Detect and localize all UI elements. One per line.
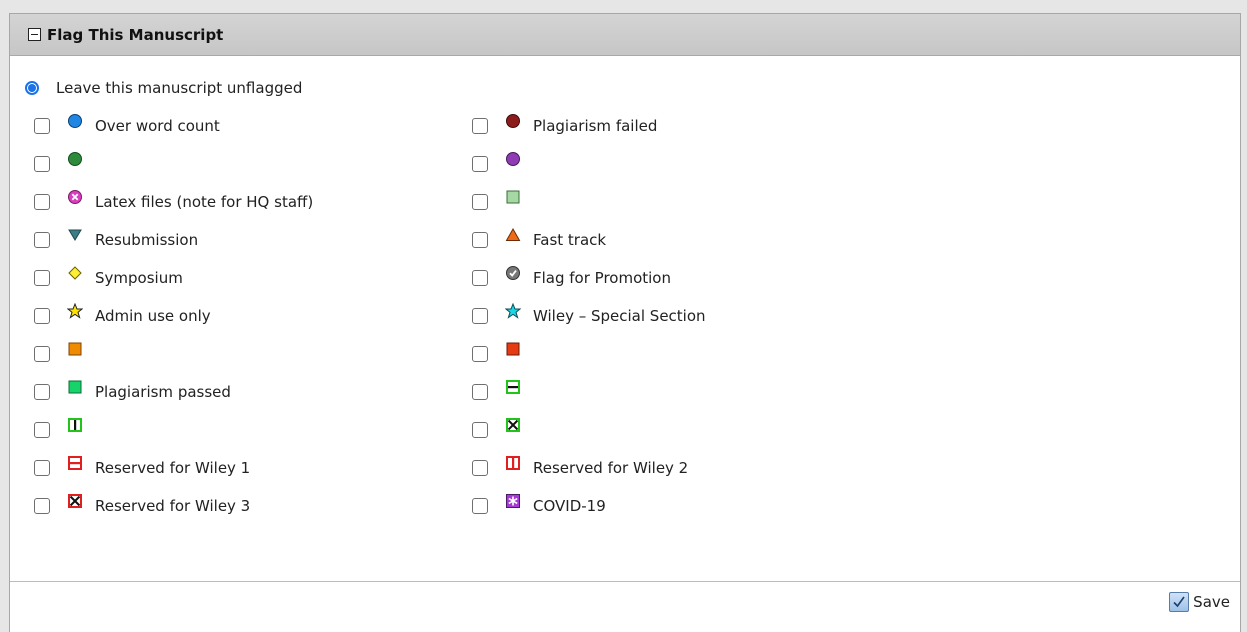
flag-checkbox[interactable] bbox=[472, 308, 488, 324]
unflagged-radio[interactable] bbox=[25, 81, 39, 95]
flag-row bbox=[34, 342, 95, 366]
footer-divider bbox=[10, 581, 1240, 582]
flag-checkbox[interactable] bbox=[472, 460, 488, 476]
flag-checkbox[interactable] bbox=[472, 118, 488, 134]
green-vertical-bar-box-icon bbox=[67, 417, 83, 433]
flag-row: Plagiarism passed bbox=[34, 380, 231, 404]
flag-row bbox=[472, 418, 533, 442]
red-x-box-icon bbox=[67, 493, 83, 509]
flag-label: Fast track bbox=[533, 231, 607, 249]
flag-checkbox[interactable] bbox=[34, 422, 50, 438]
orange-square-icon bbox=[67, 341, 83, 357]
flag-checkbox[interactable] bbox=[472, 232, 488, 248]
flag-row: Reserved for Wiley 1 bbox=[34, 456, 250, 480]
flag-checkbox[interactable] bbox=[34, 270, 50, 286]
flag-row: COVID-19 bbox=[472, 494, 606, 518]
flag-manuscript-panel: Flag This Manuscript Leave this manuscri… bbox=[9, 13, 1241, 632]
flag-label: Flag for Promotion bbox=[533, 269, 671, 287]
flag-label: Wiley – Special Section bbox=[533, 307, 706, 325]
flag-label: Reserved for Wiley 2 bbox=[533, 459, 689, 477]
flag-label: Plagiarism passed bbox=[95, 383, 231, 401]
flag-checkbox[interactable] bbox=[34, 194, 50, 210]
yellow-star-icon bbox=[67, 303, 83, 319]
collapse-icon[interactable] bbox=[28, 28, 41, 41]
flag-label: Over word count bbox=[95, 117, 220, 135]
flag-checkbox[interactable] bbox=[472, 384, 488, 400]
flag-label: Reserved for Wiley 1 bbox=[95, 459, 251, 477]
green-square-icon bbox=[67, 379, 83, 395]
yellow-diamond-icon bbox=[67, 265, 83, 281]
teal-down-triangle-icon bbox=[67, 227, 83, 243]
flag-checkbox[interactable] bbox=[34, 156, 50, 172]
flag-row bbox=[34, 418, 95, 442]
flag-label: Resubmission bbox=[95, 231, 199, 249]
red-horizontal-bar-box-icon bbox=[67, 455, 83, 471]
pink-x-circle-icon bbox=[67, 189, 83, 205]
unflagged-option[interactable]: Leave this manuscript unflagged bbox=[25, 76, 302, 100]
flag-checkbox[interactable] bbox=[472, 346, 488, 362]
red-vertical-bar-box-icon bbox=[505, 455, 521, 471]
cyan-star-icon bbox=[505, 303, 521, 319]
flag-row: Reserved for Wiley 2 bbox=[472, 456, 688, 480]
flag-checkbox[interactable] bbox=[472, 422, 488, 438]
flag-label: Symposium bbox=[95, 269, 183, 287]
green-horizontal-bar-box-icon bbox=[505, 379, 521, 395]
green-x-box-icon bbox=[505, 417, 521, 433]
panel-title: Flag This Manuscript bbox=[47, 25, 224, 44]
flag-row: Symposium bbox=[34, 266, 183, 290]
flag-row: Resubmission bbox=[34, 228, 198, 252]
flag-row: Wiley – Special Section bbox=[472, 303, 706, 328]
flag-checkbox[interactable] bbox=[34, 118, 50, 134]
dark-red-circle-icon bbox=[505, 113, 521, 129]
flag-checkbox[interactable] bbox=[472, 270, 488, 286]
flag-checkbox[interactable] bbox=[34, 460, 50, 476]
save-button[interactable]: Save bbox=[1169, 592, 1230, 612]
flag-row bbox=[34, 152, 95, 176]
flag-label: Plagiarism failed bbox=[533, 117, 658, 135]
flag-checkbox[interactable] bbox=[34, 232, 50, 248]
flag-checkbox[interactable] bbox=[34, 346, 50, 362]
flag-row: Admin use only bbox=[34, 303, 211, 328]
checkmark-icon bbox=[1169, 592, 1190, 612]
flag-row bbox=[472, 190, 533, 214]
purple-circle-icon bbox=[505, 151, 521, 167]
flag-checkbox[interactable] bbox=[34, 384, 50, 400]
flag-checkbox[interactable] bbox=[34, 308, 50, 324]
gray-check-circle-icon bbox=[505, 265, 521, 281]
light-green-square-icon bbox=[505, 189, 521, 205]
save-label: Save bbox=[1193, 593, 1230, 611]
flag-options: Leave this manuscript unflagged Over wor… bbox=[10, 56, 1240, 581]
flag-row: Plagiarism failed bbox=[472, 114, 657, 138]
flag-row bbox=[472, 342, 533, 366]
flag-row: Over word count bbox=[34, 114, 220, 138]
flag-row: Latex files (note for HQ staff) bbox=[34, 190, 313, 214]
flag-checkbox[interactable] bbox=[472, 156, 488, 172]
flag-row: Fast track bbox=[472, 227, 607, 252]
flag-label: Reserved for Wiley 3 bbox=[95, 497, 251, 515]
flag-row: Flag for Promotion bbox=[472, 266, 671, 290]
flag-label: COVID-19 bbox=[533, 497, 606, 515]
flag-label: Admin use only bbox=[95, 307, 211, 325]
flag-row bbox=[472, 152, 533, 176]
panel-header: Flag This Manuscript bbox=[10, 14, 1240, 56]
flag-checkbox[interactable] bbox=[472, 498, 488, 514]
blue-circle-icon bbox=[67, 113, 83, 129]
flag-label: Latex files (note for HQ staff) bbox=[95, 193, 314, 211]
flag-row bbox=[472, 380, 533, 404]
green-circle-icon bbox=[67, 151, 83, 167]
flag-checkbox[interactable] bbox=[34, 498, 50, 514]
unflagged-label: Leave this manuscript unflagged bbox=[56, 79, 303, 97]
purple-asterisk-box-icon bbox=[505, 493, 521, 509]
red-square-icon bbox=[505, 341, 521, 357]
flag-row: Reserved for Wiley 3 bbox=[34, 494, 250, 518]
flag-checkbox[interactable] bbox=[472, 194, 488, 210]
orange-up-triangle-icon bbox=[505, 227, 521, 243]
